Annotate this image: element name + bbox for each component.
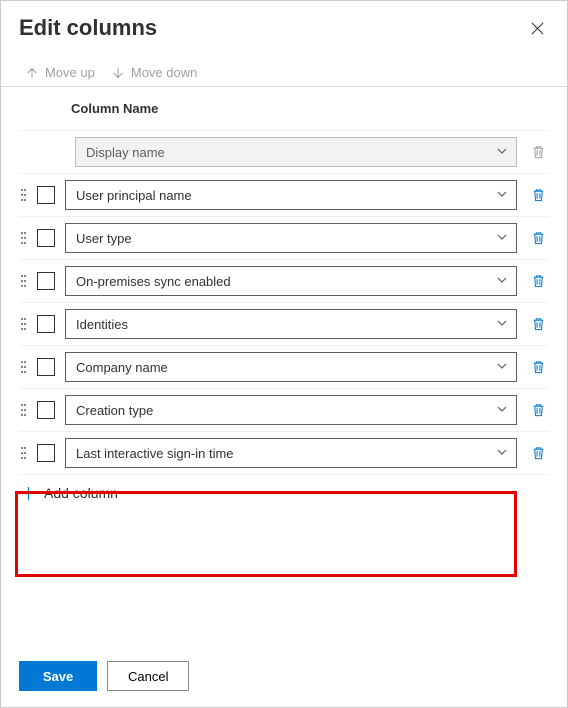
- move-up-label: Move up: [45, 65, 95, 80]
- chevron-down-icon: [496, 360, 508, 375]
- close-button[interactable]: [526, 17, 549, 40]
- trash-icon: [531, 316, 546, 332]
- column-select-label: Display name: [86, 145, 165, 160]
- row-checkbox[interactable]: [37, 358, 55, 376]
- chevron-down-icon: [496, 188, 508, 203]
- close-icon: [530, 21, 545, 36]
- column-row: Last interactive sign-in time: [19, 431, 549, 474]
- trash-icon: [531, 230, 546, 246]
- column-select[interactable]: Company name: [65, 352, 517, 382]
- chevron-down-icon: [496, 231, 508, 246]
- delete-column-button[interactable]: [527, 445, 549, 461]
- drag-handle[interactable]: [19, 446, 27, 460]
- move-down-button: Move down: [111, 65, 197, 80]
- delete-column-button[interactable]: [527, 273, 549, 289]
- delete-column-button[interactable]: [527, 316, 549, 332]
- drag-handle[interactable]: [19, 231, 27, 245]
- column-row: Identities: [19, 302, 549, 345]
- column-row: User type: [19, 216, 549, 259]
- add-column-button[interactable]: Add column: [19, 474, 549, 511]
- delete-column-button[interactable]: [527, 230, 549, 246]
- column-row: On-premises sync enabled: [19, 259, 549, 302]
- drag-handle[interactable]: [19, 188, 27, 202]
- column-select-label: Company name: [76, 360, 168, 375]
- column-select-label: User type: [76, 231, 132, 246]
- row-checkbox[interactable]: [37, 229, 55, 247]
- drag-handle[interactable]: [19, 274, 27, 288]
- drag-handle[interactable]: [19, 317, 27, 331]
- row-checkbox[interactable]: [37, 315, 55, 333]
- chevron-down-icon: [496, 317, 508, 332]
- column-row: User principal name: [19, 173, 549, 216]
- column-row: Company name: [19, 345, 549, 388]
- column-select: Display name: [75, 137, 517, 167]
- column-select-label: On-premises sync enabled: [76, 274, 231, 289]
- cancel-button[interactable]: Cancel: [107, 661, 189, 691]
- chevron-down-icon: [496, 145, 508, 160]
- delete-column-button[interactable]: [527, 187, 549, 203]
- column-select[interactable]: Last interactive sign-in time: [65, 438, 517, 468]
- chevron-down-icon: [496, 274, 508, 289]
- arrow-up-icon: [25, 66, 39, 80]
- trash-icon: [531, 445, 546, 461]
- move-up-button: Move up: [25, 65, 95, 80]
- delete-column-button[interactable]: [527, 402, 549, 418]
- column-name-header: Column Name: [19, 87, 549, 130]
- trash-icon: [531, 273, 546, 289]
- chevron-down-icon: [496, 446, 508, 461]
- trash-icon: [531, 359, 546, 375]
- drag-handle[interactable]: [19, 360, 27, 374]
- add-column-label: Add column: [44, 485, 118, 501]
- row-checkbox[interactable]: [37, 186, 55, 204]
- column-select[interactable]: User principal name: [65, 180, 517, 210]
- row-checkbox[interactable]: [37, 272, 55, 290]
- footer: Save Cancel: [1, 649, 567, 707]
- plus-icon: [21, 486, 36, 501]
- column-select[interactable]: Identities: [65, 309, 517, 339]
- arrow-down-icon: [111, 66, 125, 80]
- trash-icon: [531, 187, 546, 203]
- column-select-label: Last interactive sign-in time: [76, 446, 234, 461]
- row-checkbox[interactable]: [37, 444, 55, 462]
- toolbar: Move up Move down: [19, 65, 549, 80]
- save-button[interactable]: Save: [19, 661, 97, 691]
- column-select-label: Identities: [76, 317, 128, 332]
- column-select[interactable]: User type: [65, 223, 517, 253]
- column-row: Creation type: [19, 388, 549, 431]
- delete-column-button[interactable]: [527, 359, 549, 375]
- column-select[interactable]: On-premises sync enabled: [65, 266, 517, 296]
- column-select-label: User principal name: [76, 188, 192, 203]
- panel-title: Edit columns: [19, 15, 157, 41]
- column-select[interactable]: Creation type: [65, 395, 517, 425]
- move-down-label: Move down: [131, 65, 197, 80]
- delete-column-button: [527, 144, 549, 160]
- drag-handle[interactable]: [19, 403, 27, 417]
- column-select-label: Creation type: [76, 403, 153, 418]
- trash-icon: [531, 402, 546, 418]
- row-checkbox[interactable]: [37, 401, 55, 419]
- chevron-down-icon: [496, 403, 508, 418]
- column-row: Display name: [19, 130, 549, 173]
